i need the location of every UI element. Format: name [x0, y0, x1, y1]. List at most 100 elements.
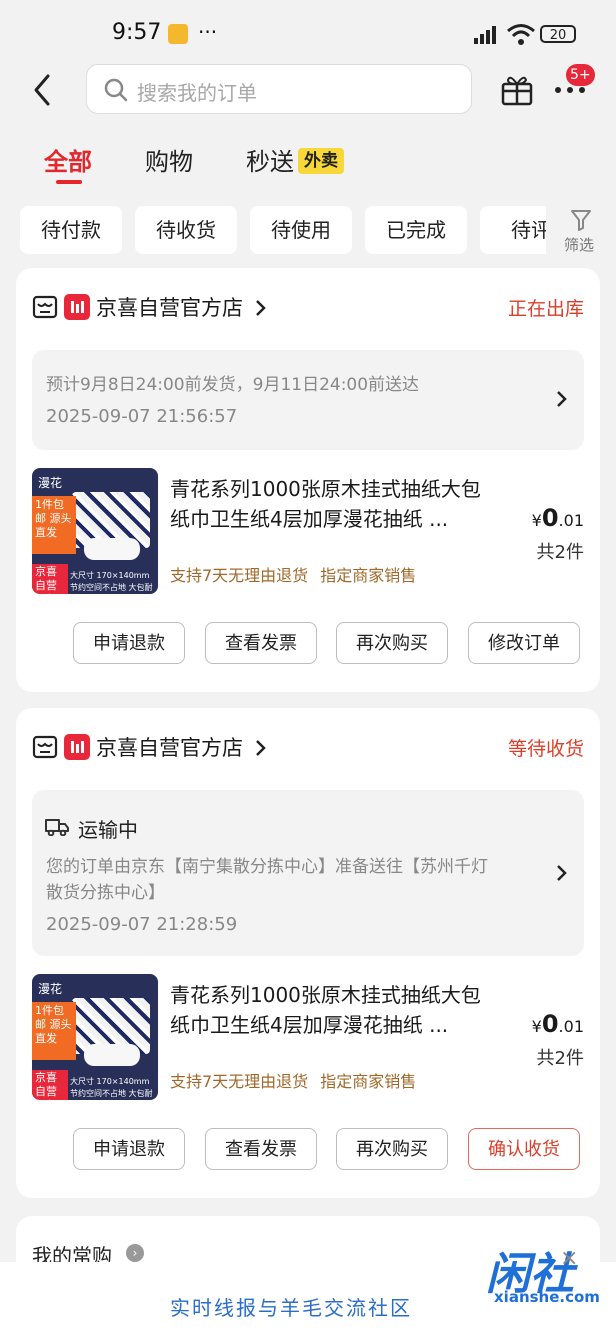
price-integer: 0 [541, 1010, 559, 1038]
wifi-icon [507, 24, 535, 45]
notes-app-icon [168, 24, 188, 44]
product-title: 青花系列1000张原木挂式抽纸大包纸巾卫生纸4层加厚漫花抽纸 ... [170, 983, 481, 1037]
transit-title: 运输中 [78, 818, 138, 842]
status-bar: 9:57 ··· 20 [0, 0, 616, 68]
refund-button[interactable]: 申请退款 [73, 622, 185, 664]
shop-logo-icon [64, 734, 90, 760]
shipping-info[interactable]: 运输中 您的订单由京东【南宁集散分拣中心】准备送往【苏州千灯 散货分拣中心】 2… [32, 790, 584, 956]
confirm-receipt-button[interactable]: 确认收货 [468, 1128, 580, 1170]
chevron-right-icon [256, 300, 266, 316]
product-item[interactable]: 漫花 1件包邮 源头直发 京喜自营 包邮 大尺寸 170×140mm 节约空间不… [32, 468, 584, 598]
watermark-banner: 实时线报与羊毛交流社区 闲社 xianshe.com × [0, 1246, 616, 1334]
order-actions: 申请退款 查看发票 再次购买 确认收货 [16, 1128, 600, 1172]
product-title: 青花系列1000张原木挂式抽纸大包纸巾卫生纸4层加厚漫花抽纸 ... [170, 477, 481, 531]
message-badge: 5+ [566, 64, 595, 86]
price-symbol: ¥ [531, 1017, 542, 1036]
service-tag: 指定商家销售 [320, 1072, 417, 1091]
gift-icon[interactable] [500, 72, 534, 106]
search-placeholder: 搜索我的订单 [137, 81, 257, 105]
signal-icon [474, 26, 496, 44]
status-time: 9:57 [112, 20, 162, 45]
service-tags: 支持7天无理由退货 指定商家销售 [170, 1068, 428, 1092]
search-input[interactable]: 搜索我的订单 [86, 64, 472, 114]
buy-again-button[interactable]: 再次购买 [336, 1128, 448, 1170]
battery-indicator: 20 [540, 25, 576, 43]
watermark-slogan: 实时线报与羊毛交流社区 [170, 1296, 412, 1320]
watermark-domain: xianshe.com [494, 1288, 600, 1306]
funnel-icon [571, 210, 591, 231]
order-card: 京喜自营官方店 等待收货 运输中 您的订单由京东【南宁集散分拣中心】准备送往【苏… [16, 708, 600, 1198]
filter-button[interactable]: 筛选 [546, 206, 616, 260]
price-decimal: .01 [558, 1017, 584, 1036]
buy-again-button[interactable]: 再次购买 [336, 622, 448, 664]
truck-icon [45, 819, 69, 836]
order-status: 等待收货 [507, 738, 584, 760]
service-tag: 指定商家销售 [320, 566, 417, 585]
store-icon [32, 295, 58, 319]
thumb-promo: 1件包邮 源头直发 [32, 496, 76, 554]
thumb-slogan: 节约空间不占地 大包耐用 [70, 583, 153, 592]
thumb-promo-2: 京喜自营 包邮 [32, 1070, 68, 1100]
top-bar: 搜索我的订单 5+ [0, 62, 616, 118]
transit-time: 2025-09-07 21:28:59 [46, 914, 238, 935]
order-actions: 申请退款 查看发票 再次购买 修改订单 [16, 622, 600, 666]
thumb-size: 大尺寸 170×140mm [70, 571, 150, 580]
tab-shopping[interactable]: 购物 [145, 142, 193, 177]
takeout-tag: 外卖 [298, 148, 344, 174]
chevron-right-icon: › [126, 1244, 144, 1262]
service-tag: 支持7天无理由退货 [170, 566, 309, 585]
tab-all[interactable]: 全部 [44, 142, 92, 177]
order-card: 京喜自营官方店 正在出库 预计9月8日24:00前发货，9月11日24:00前送… [16, 268, 600, 692]
chevron-right-icon [557, 865, 567, 881]
filter-label: 筛选 [564, 236, 595, 254]
store-icon [32, 735, 58, 759]
shop-logo-icon [64, 294, 90, 320]
product-thumbnail: 漫花 1件包邮 源头直发 京喜自营 包邮 大尺寸 170×140mm 节约空间不… [32, 468, 158, 594]
thumb-promo: 1件包邮 源头直发 [32, 1002, 76, 1060]
refund-button[interactable]: 申请退款 [73, 1128, 185, 1170]
transit-detail: 散货分拣中心】 [46, 883, 165, 903]
product-quantity: 共2件 [536, 1048, 584, 1069]
shop-header[interactable]: 京喜自营官方店 正在出库 [32, 290, 584, 326]
price-decimal: .01 [558, 511, 584, 530]
chevron-right-icon [557, 391, 567, 407]
chevron-right-icon [256, 740, 266, 756]
tissue-image [84, 1044, 140, 1066]
thumb-promo-2: 京喜自营 包邮 [32, 564, 68, 594]
product-quantity: 共2件 [536, 542, 584, 563]
thumb-brand: 漫花 [38, 982, 63, 996]
product-item[interactable]: 漫花 1件包邮 源头直发 京喜自营 包邮 大尺寸 170×140mm 节约空间不… [32, 974, 584, 1104]
thumb-brand: 漫花 [38, 476, 63, 490]
status-filters: 待付款 待收货 待使用 已完成 待评 筛选 [0, 206, 616, 260]
view-invoice-button[interactable]: 查看发票 [205, 622, 317, 664]
shipping-info[interactable]: 预计9月8日24:00前发货，9月11日24:00前送达 2025-09-07 … [32, 350, 584, 450]
product-thumbnail: 漫花 1件包邮 源头直发 京喜自营 包邮 大尺寸 170×140mm 节约空间不… [32, 974, 158, 1100]
thumb-size: 大尺寸 170×140mm [70, 1077, 150, 1086]
filter-completed[interactable]: 已完成 [365, 206, 467, 254]
product-price: ¥0.01 [532, 1010, 584, 1038]
back-arrow-icon[interactable] [28, 72, 58, 108]
product-price: ¥0.01 [532, 504, 584, 532]
price-symbol: ¥ [531, 511, 542, 530]
filter-pending-receipt[interactable]: 待收货 [135, 206, 237, 254]
tab-active-underline [56, 180, 82, 184]
shop-header[interactable]: 京喜自营官方店 等待收货 [32, 730, 584, 766]
shipping-time: 2025-09-07 21:56:57 [46, 406, 238, 427]
shipping-estimate: 预计9月8日24:00前发货，9月11日24:00前送达 [46, 375, 420, 395]
service-tag: 支持7天无理由退货 [170, 1072, 309, 1091]
transit-detail: 您的订单由京东【南宁集散分拣中心】准备送往【苏州千灯 [46, 857, 488, 877]
close-icon[interactable]: × [560, 1246, 578, 1271]
search-icon [104, 78, 128, 102]
thumb-slogan: 节约空间不占地 大包耐用 [70, 1089, 153, 1098]
shop-name: 京喜自营官方店 [96, 296, 243, 320]
order-status: 正在出库 [507, 298, 584, 320]
tissue-image [84, 538, 140, 560]
filter-pending-payment[interactable]: 待付款 [20, 206, 122, 254]
filter-pending-use[interactable]: 待使用 [250, 206, 352, 254]
tab-express[interactable]: 秒送 [246, 142, 294, 177]
modify-order-button[interactable]: 修改订单 [468, 622, 580, 664]
view-invoice-button[interactable]: 查看发票 [205, 1128, 317, 1170]
shop-name: 京喜自营官方店 [96, 736, 243, 760]
price-integer: 0 [541, 504, 559, 532]
status-more-dots: ··· [198, 20, 218, 44]
